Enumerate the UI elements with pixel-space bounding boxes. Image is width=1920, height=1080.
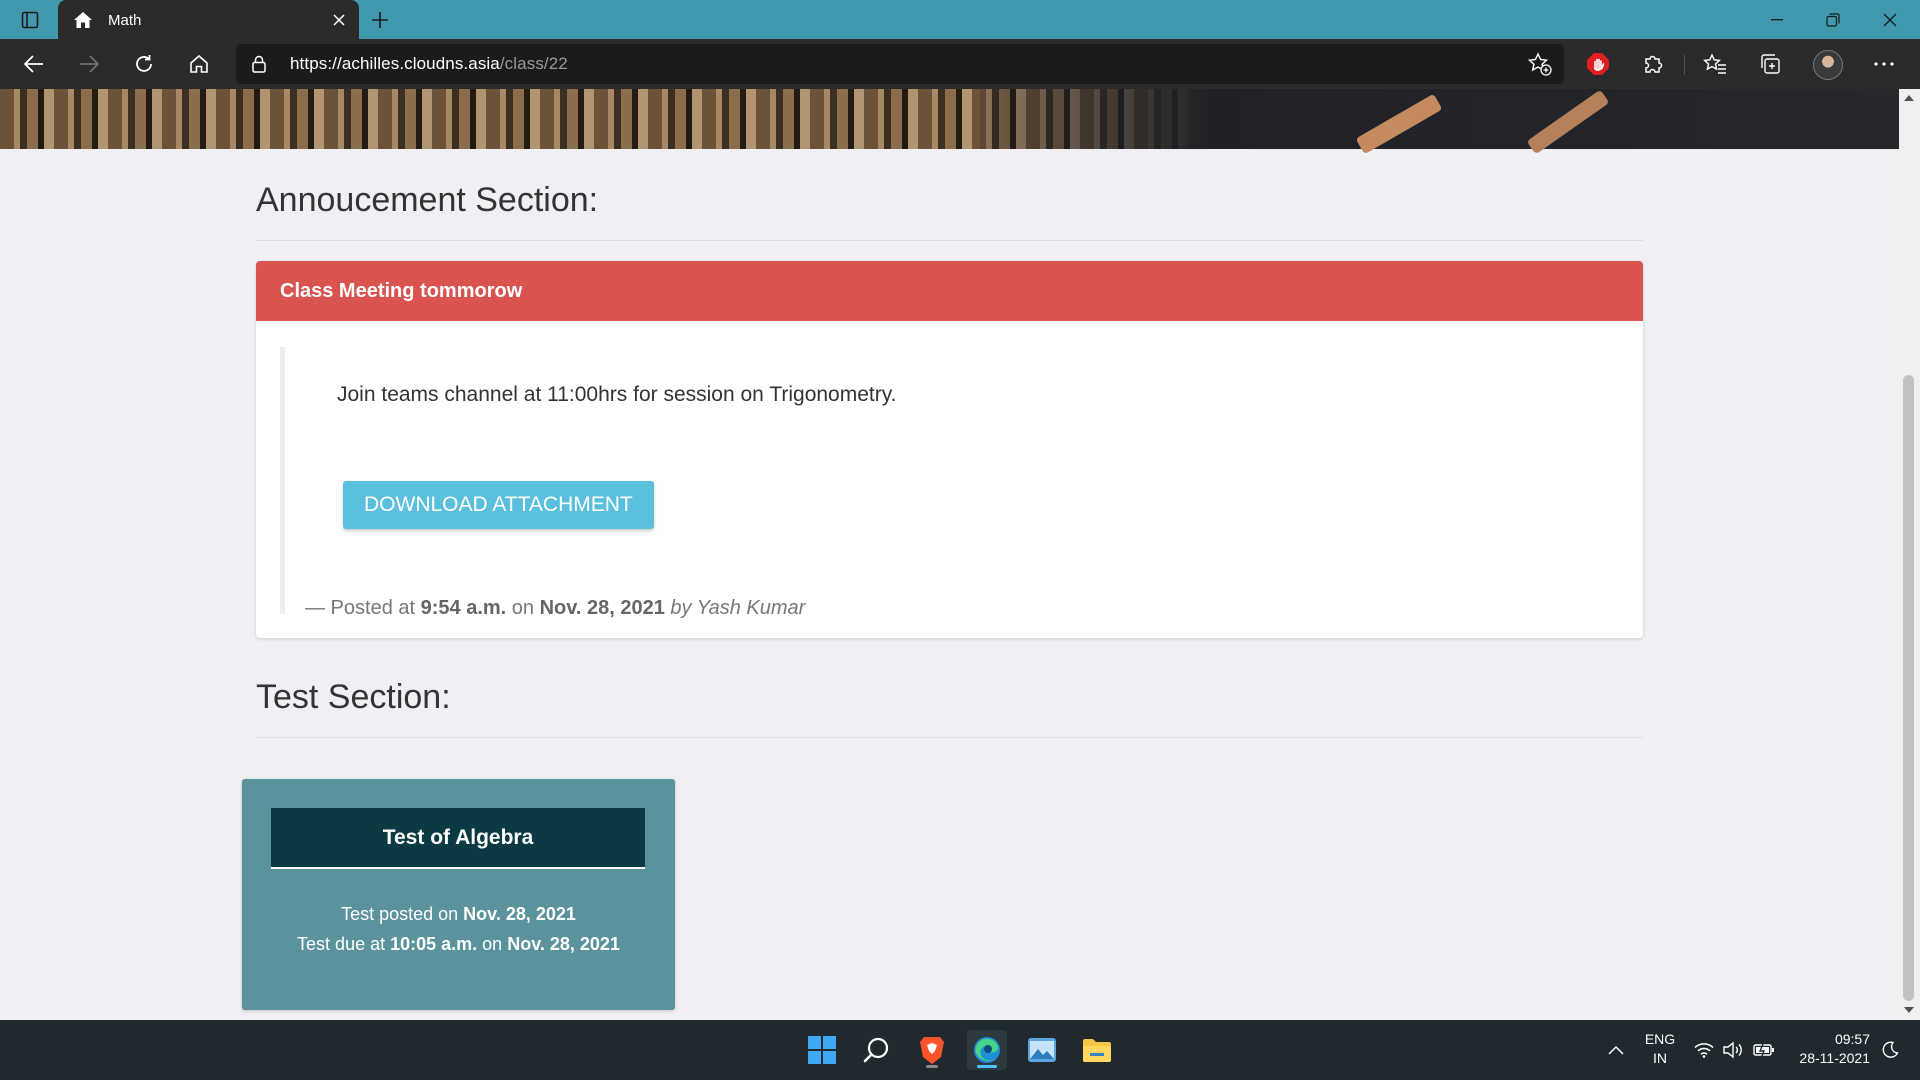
home-favicon-icon: [72, 9, 94, 31]
announcement-section-title: Annoucement Section:: [256, 181, 599, 219]
test-due-label: Test due at: [297, 934, 391, 954]
language-region: IN: [1653, 1050, 1667, 1066]
test-card[interactable]: Test of Algebra Test posted on Nov. 28, …: [242, 779, 675, 1010]
start-icon[interactable]: [802, 1030, 842, 1070]
test-posted-label: Test posted on: [341, 904, 464, 924]
posted-author: by Yash Kumar: [664, 597, 806, 619]
test-due-line: Test due at 10:05 a.m. on Nov. 28, 2021: [242, 934, 675, 955]
test-title[interactable]: Test of Algebra: [271, 808, 645, 869]
browser-toolbar: https://achilles.cloudns.asia/class/22: [0, 39, 1920, 89]
test-posted-date: Nov. 28, 2021: [463, 904, 576, 924]
new-tab-icon[interactable]: [366, 6, 394, 34]
add-favorite-icon[interactable]: [1527, 52, 1552, 76]
page-scrollbar[interactable]: [1899, 89, 1920, 1020]
stop-ad-extension-icon[interactable]: [1583, 49, 1613, 79]
toolbar-separator: [1684, 55, 1685, 75]
active-indicator: [977, 1065, 997, 1068]
extensions-icon[interactable]: [1638, 49, 1668, 79]
browser-titlebar: Math: [0, 0, 1920, 40]
header-banner-image: [0, 89, 1899, 155]
brave-icon[interactable]: [912, 1030, 952, 1070]
home-icon[interactable]: [181, 46, 217, 82]
favorites-icon[interactable]: [1700, 49, 1730, 79]
refresh-icon[interactable]: [126, 46, 162, 82]
lock-icon[interactable]: [252, 55, 266, 78]
scroll-up-arrow-icon[interactable]: [1904, 95, 1914, 101]
test-due-on: on: [477, 934, 508, 954]
test-due-time: 10:05 a.m.: [390, 934, 478, 954]
announcement-posted-info: — Posted at 9:54 a.m. on Nov. 28, 2021 b…: [305, 597, 805, 620]
edge-icon[interactable]: [967, 1030, 1007, 1070]
restore-icon[interactable]: [1805, 0, 1861, 39]
close-window-icon[interactable]: [1862, 0, 1918, 39]
download-attachment-button[interactable]: DOWNLOAD ATTACHMENT: [343, 481, 654, 529]
more-options-icon[interactable]: [1869, 49, 1899, 79]
search-icon[interactable]: [857, 1030, 897, 1070]
photos-icon[interactable]: [1022, 1030, 1062, 1070]
address-bar[interactable]: https://achilles.cloudns.asia/class/22: [236, 44, 1564, 84]
close-tab-icon[interactable]: [325, 6, 353, 34]
clock-time: 09:57: [1834, 1031, 1870, 1047]
announcement-quote: Join teams channel at 11:00hrs for sessi…: [280, 347, 1619, 619]
test-posted-line: Test posted on Nov. 28, 2021: [242, 904, 675, 925]
test-section-title: Test Section:: [256, 678, 451, 716]
scroll-down-arrow-icon[interactable]: [1904, 1007, 1914, 1013]
tab-title: Math: [108, 11, 142, 29]
clock[interactable]: 09:57 28-11-2021: [1790, 1030, 1870, 1068]
section-divider: [256, 240, 1643, 241]
tab-actions-icon[interactable]: [14, 8, 46, 32]
posted-time: 9:54 a.m.: [420, 597, 507, 619]
show-hidden-icons-icon[interactable]: [1596, 1030, 1636, 1070]
language-code: ENG: [1644, 1031, 1676, 1047]
posted-on: on: [506, 597, 540, 619]
file-explorer-icon[interactable]: [1077, 1030, 1117, 1070]
focus-assist-moon-icon[interactable]: [1874, 1030, 1906, 1070]
scrollbar-thumb[interactable]: [1903, 375, 1914, 1001]
minimize-icon[interactable]: [1749, 0, 1805, 39]
announcement-section: Annoucement Section: Class Meeting tommo…: [256, 149, 1643, 638]
page-viewport: Annoucement Section: Class Meeting tommo…: [0, 89, 1899, 1020]
banner-dark-area: [980, 89, 1899, 149]
posted-prefix: — Posted at: [305, 597, 421, 619]
windows-taskbar: ENG IN 09:57 28-11-2021: [0, 1020, 1920, 1080]
announcement-heading: Class Meeting tommorow: [256, 261, 1643, 321]
battery-icon[interactable]: [1746, 1030, 1782, 1070]
announcement-text: Join teams channel at 11:00hrs for sessi…: [337, 383, 897, 406]
forward-icon[interactable]: [71, 46, 107, 82]
profile-avatar[interactable]: [1813, 50, 1843, 80]
class-content: Annoucement Section: Class Meeting tommo…: [242, 149, 1643, 1010]
test-section: Test Section: Test of Algebra Test poste…: [242, 638, 1643, 1010]
url-host: https://achilles.cloudns.asia: [290, 54, 500, 73]
announcement-body: Join teams channel at 11:00hrs for sessi…: [256, 321, 1643, 638]
url-path: /class/22: [499, 54, 568, 73]
section-divider: [256, 737, 1643, 738]
collections-icon[interactable]: [1755, 49, 1785, 79]
url-text[interactable]: https://achilles.cloudns.asia/class/22: [290, 54, 568, 74]
browser-tab[interactable]: Math: [58, 0, 359, 40]
clock-date: 28-11-2021: [1799, 1050, 1870, 1066]
running-indicator: [926, 1065, 938, 1068]
posted-date: Nov. 28, 2021: [539, 597, 665, 619]
test-due-date: Nov. 28, 2021: [507, 934, 620, 954]
language-indicator[interactable]: ENG IN: [1642, 1030, 1678, 1068]
announcement-panel: Class Meeting tommorow Join teams channe…: [256, 261, 1643, 638]
back-icon[interactable]: [16, 46, 52, 82]
